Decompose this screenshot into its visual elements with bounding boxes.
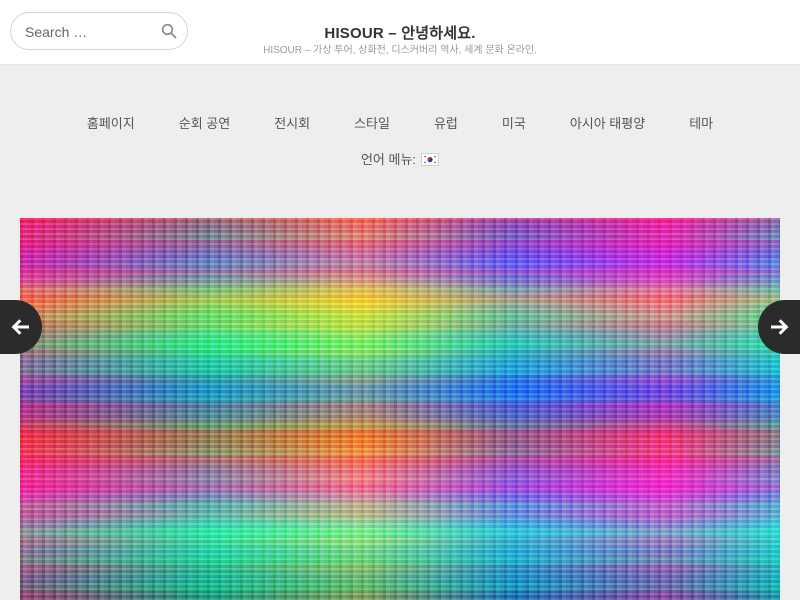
arrow-right-icon (771, 319, 789, 335)
arrow-left-icon (11, 319, 29, 335)
site-header: HISOUR – 안녕하세요. HISOUR – 가상 투어, 상화전, 디스커… (0, 0, 800, 65)
nav-item-home[interactable]: 홈페이지 (65, 113, 157, 132)
site-title[interactable]: HISOUR – 안녕하세요. (200, 22, 600, 43)
language-menu[interactable]: 언어 메뉴: (0, 149, 800, 168)
nav-item-europe[interactable]: 유럽 (412, 113, 480, 132)
nav-item-tours[interactable]: 순회 공연 (157, 113, 252, 132)
nav-item-theme[interactable]: 테마 (667, 113, 735, 132)
search-input[interactable] (25, 22, 155, 42)
nav-item-america[interactable]: 미국 (480, 113, 548, 132)
nav-item-style[interactable]: 스타일 (332, 113, 412, 132)
featured-slider[interactable] (20, 218, 780, 600)
language-menu-label: 언어 메뉴: (360, 152, 417, 167)
nav-item-asia-pacific[interactable]: 아시아 태평양 (548, 113, 667, 132)
search-box[interactable] (10, 12, 188, 50)
south-korea-flag-icon[interactable] (421, 153, 440, 166)
search-icon[interactable] (161, 23, 177, 39)
nav-item-exhibitions[interactable]: 전시회 (252, 113, 332, 132)
main-navigation: 홈페이지 순회 공연 전시회 스타일 유럽 미국 아시아 태평양 테마 (0, 113, 800, 132)
site-tagline: HISOUR – 가상 투어, 상화전, 디스커버리 역사, 세계 문화 온라인… (263, 45, 537, 56)
slide-image-overlay (20, 218, 780, 600)
